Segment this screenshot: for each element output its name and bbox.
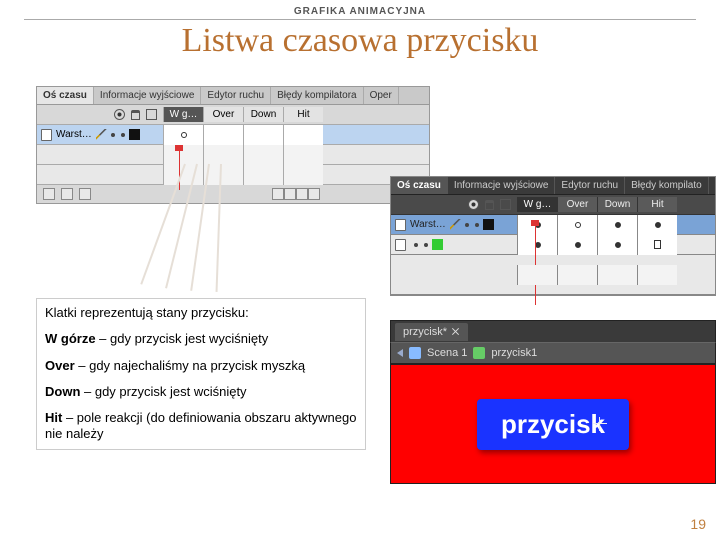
layer-row[interactable]: Warst… — [391, 215, 715, 235]
doc-tab[interactable]: przycisk* — [395, 323, 468, 341]
keyframe-cell[interactable] — [597, 215, 637, 235]
down-text: – gdy przycisk jest wciśnięty — [80, 384, 246, 399]
folder-icon[interactable] — [61, 188, 73, 200]
keyframe-cell[interactable] — [243, 125, 283, 145]
frame-hit[interactable]: Hit — [283, 107, 323, 122]
outline-icon[interactable] — [146, 109, 157, 120]
timeline-tabs: Oś czasu Informacje wyjściowe Edytor ruc… — [37, 87, 429, 105]
eye-icon[interactable] — [114, 109, 125, 120]
page-number: 19 — [690, 516, 706, 532]
timeline-header: W g… Over Down Hit — [37, 105, 429, 125]
new-layer-icon[interactable] — [43, 188, 55, 200]
frame-down[interactable]: Down — [597, 197, 637, 212]
keyframe-cell[interactable] — [517, 235, 557, 255]
close-icon[interactable] — [451, 327, 460, 336]
layer-row[interactable] — [391, 235, 715, 255]
tab-errors[interactable]: Błędy kompilatora — [271, 87, 363, 104]
button-text: przycisk — [501, 409, 605, 439]
frame-over[interactable]: Over — [203, 107, 243, 122]
layer-name: Warst… — [56, 129, 92, 140]
playhead[interactable] — [179, 150, 180, 190]
back-icon[interactable] — [397, 349, 403, 357]
foot-icon[interactable] — [272, 188, 284, 200]
down-label: Down — [45, 384, 80, 399]
layer-icon — [41, 129, 52, 141]
doc-tabs: przycisk* — [390, 320, 716, 342]
clip-icon — [473, 347, 485, 359]
timeline-header: W g… Over Down Hit — [391, 195, 715, 215]
header-label: GRAFIKA ANIMACYJNA — [0, 0, 720, 17]
tab-output[interactable]: Informacje wyjściowe — [448, 177, 555, 194]
pencil-icon — [450, 219, 461, 230]
foot-icon[interactable] — [296, 188, 308, 200]
keyframe-cell[interactable] — [557, 215, 597, 235]
caption-intro: Klatki reprezentują stany przycisku: — [45, 305, 357, 321]
timeline-panel-top: Oś czasu Informacje wyjściowe Edytor ruc… — [36, 86, 430, 204]
up-text: – gdy przycisk jest wyciśnięty — [96, 331, 269, 346]
layer-icon — [395, 239, 406, 251]
over-label: Over — [45, 358, 75, 373]
keyframe-cell[interactable] — [557, 235, 597, 255]
keyframe-cell[interactable] — [637, 235, 677, 255]
stage[interactable]: przycisk — [390, 364, 716, 484]
frame-up[interactable]: W g… — [163, 107, 203, 122]
up-label: W górze — [45, 331, 96, 346]
trash-icon[interactable] — [79, 188, 91, 200]
frame-up[interactable]: W g… — [517, 197, 557, 212]
tab-motion[interactable]: Edytor ruchu — [555, 177, 625, 194]
slide-title: Listwa czasowa przycisku — [0, 22, 720, 60]
hit-text: – pole reakcji (do definiowania obszaru … — [45, 410, 356, 441]
outline-icon[interactable] — [500, 199, 511, 210]
keyframe-cell[interactable] — [203, 125, 243, 145]
layer-icon — [395, 219, 406, 231]
timeline-tabs: Oś czasu Informacje wyjściowe Edytor ruc… — [391, 177, 715, 195]
crumb-scene[interactable]: Scena 1 — [427, 347, 467, 359]
tab-motion[interactable]: Edytor ruchu — [201, 87, 271, 104]
layer-row[interactable]: Warst… — [37, 125, 429, 145]
tab-errors[interactable]: Błędy kompilato — [625, 177, 709, 194]
color-swatch[interactable] — [129, 129, 140, 140]
stage-panel: przycisk* Scena 1 przycisk1 przycisk — [390, 320, 716, 484]
foot-icon[interactable] — [308, 188, 320, 200]
tab-timeline[interactable]: Oś czasu — [37, 87, 94, 104]
layer-name: Warst… — [410, 219, 446, 230]
frame-over[interactable]: Over — [557, 197, 597, 212]
timeline-panel-bottom: Oś czasu Informacje wyjściowe Edytor ruc… — [390, 176, 716, 296]
doc-tab-label: przycisk* — [403, 326, 447, 338]
keyframe-cell[interactable] — [163, 125, 203, 145]
eye-icon[interactable] — [468, 199, 479, 210]
blank-row — [37, 165, 429, 185]
caption-text: Klatki reprezentują stany przycisku: W g… — [36, 298, 366, 450]
pencil-icon — [96, 129, 107, 140]
tab-output[interactable]: Informacje wyjściowe — [94, 87, 201, 104]
keyframe-cell[interactable] — [637, 215, 677, 235]
breadcrumb: Scena 1 przycisk1 — [390, 342, 716, 364]
lock-icon[interactable] — [131, 110, 140, 120]
foot-icon[interactable] — [284, 188, 296, 200]
keyframe-cell[interactable] — [283, 125, 323, 145]
header-rule — [24, 19, 696, 20]
over-text: – gdy najechaliśmy na przycisk myszką — [75, 358, 305, 373]
blank-row — [37, 145, 429, 165]
scene-icon — [409, 347, 421, 359]
crumb-clip[interactable]: przycisk1 — [491, 347, 537, 359]
color-swatch[interactable] — [483, 219, 494, 230]
tab-timeline[interactable]: Oś czasu — [391, 177, 448, 194]
keyframe-cell[interactable] — [597, 235, 637, 255]
frame-hit[interactable]: Hit — [637, 197, 677, 212]
tab-oper[interactable]: Oper — [364, 87, 399, 104]
timeline-footer — [37, 185, 429, 203]
hit-label: Hit — [45, 410, 62, 425]
lock-icon[interactable] — [485, 200, 494, 210]
registration-mark — [593, 417, 607, 431]
frame-down[interactable]: Down — [243, 107, 283, 122]
color-swatch[interactable] — [432, 239, 443, 250]
blank-row — [391, 255, 715, 295]
